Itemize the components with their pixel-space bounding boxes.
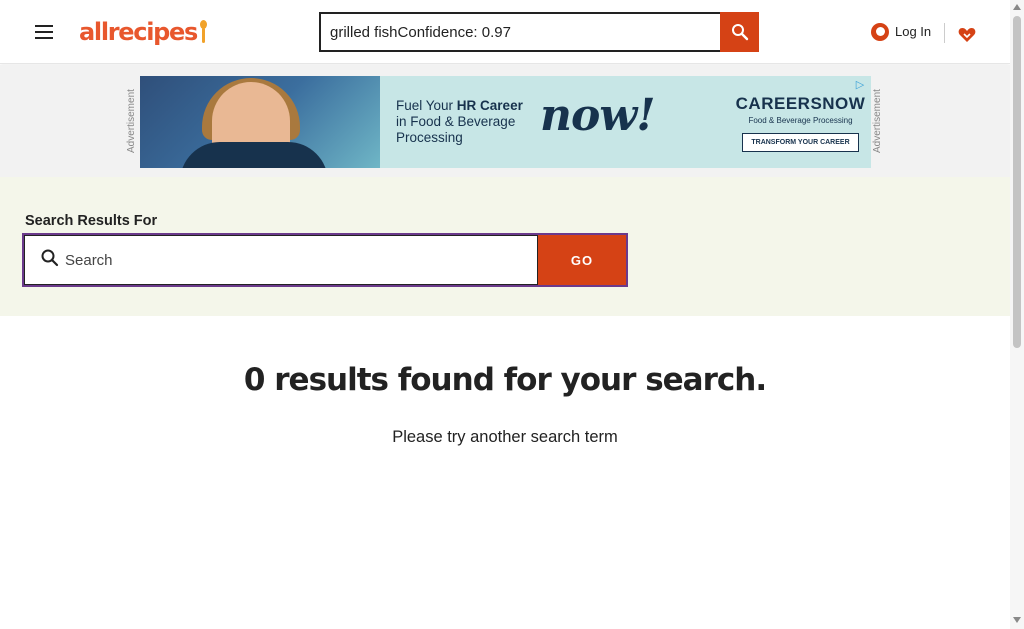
hamburger-menu-icon[interactable] xyxy=(30,18,58,45)
search-icon xyxy=(40,248,63,274)
ad-label-right: Advertisement xyxy=(872,89,883,153)
site-header: allrecipes grilled fishConfidence: 0.97 … xyxy=(0,0,1010,64)
header-search: grilled fishConfidence: 0.97 xyxy=(319,12,759,52)
page-scrollbar[interactable] xyxy=(1010,0,1024,629)
ad-headline-prefix: Fuel Your xyxy=(396,98,457,113)
ad-headline-bold: HR Career xyxy=(456,98,523,113)
scroll-down-arrow-icon[interactable] xyxy=(1013,617,1021,623)
ad-photo xyxy=(140,76,380,168)
advertisement-banner[interactable]: Fuel Your HR Career in Food & Beverage P… xyxy=(140,76,871,168)
ad-brand: CAREERSNOW Food & Beverage Processing TR… xyxy=(730,76,871,168)
user-account-icon xyxy=(871,22,889,41)
ad-brand-sub: Food & Beverage Processing xyxy=(748,116,853,125)
heart-icon xyxy=(958,28,975,42)
no-results-message: Please try another search term xyxy=(392,428,618,446)
ad-headline: Fuel Your HR Career in Food & Beverage P… xyxy=(380,76,540,168)
saved-recipes-button[interactable] xyxy=(954,21,979,48)
ad-cta-button[interactable]: TRANSFORM YOUR CAREER xyxy=(742,133,859,152)
go-button[interactable]: GO xyxy=(538,235,626,285)
page: allrecipes grilled fishConfidence: 0.97 … xyxy=(0,0,1024,629)
no-results-title: 0 results found for your search. xyxy=(243,362,767,398)
login-button[interactable]: Log In xyxy=(867,18,934,45)
header-search-button[interactable] xyxy=(720,12,759,52)
header-divider xyxy=(944,23,945,43)
login-label: Log In xyxy=(895,24,932,39)
ad-headline-rest: in Food & Beverage Processing xyxy=(396,114,516,145)
allrecipes-logo[interactable]: allrecipes xyxy=(79,15,209,49)
scroll-thumb[interactable] xyxy=(1013,16,1021,348)
results-search-placeholder: Search xyxy=(65,251,113,269)
results-search-input[interactable]: Search xyxy=(24,235,538,285)
search-results-heading: Search Results For xyxy=(25,213,158,229)
ad-now-text: now! xyxy=(540,90,656,141)
scroll-up-arrow-icon[interactable] xyxy=(1013,4,1021,10)
ad-choices-icon[interactable]: ▷ xyxy=(853,78,867,92)
ad-label-left: Advertisement xyxy=(126,89,137,153)
results-search-form: Search GO xyxy=(22,233,628,287)
search-icon xyxy=(731,24,748,41)
spoon-icon xyxy=(199,20,207,44)
header-search-input[interactable]: grilled fishConfidence: 0.97 xyxy=(319,12,720,52)
ad-brand-name: CAREERSNOW xyxy=(735,94,866,113)
logo-text: allrecipes xyxy=(79,18,198,46)
